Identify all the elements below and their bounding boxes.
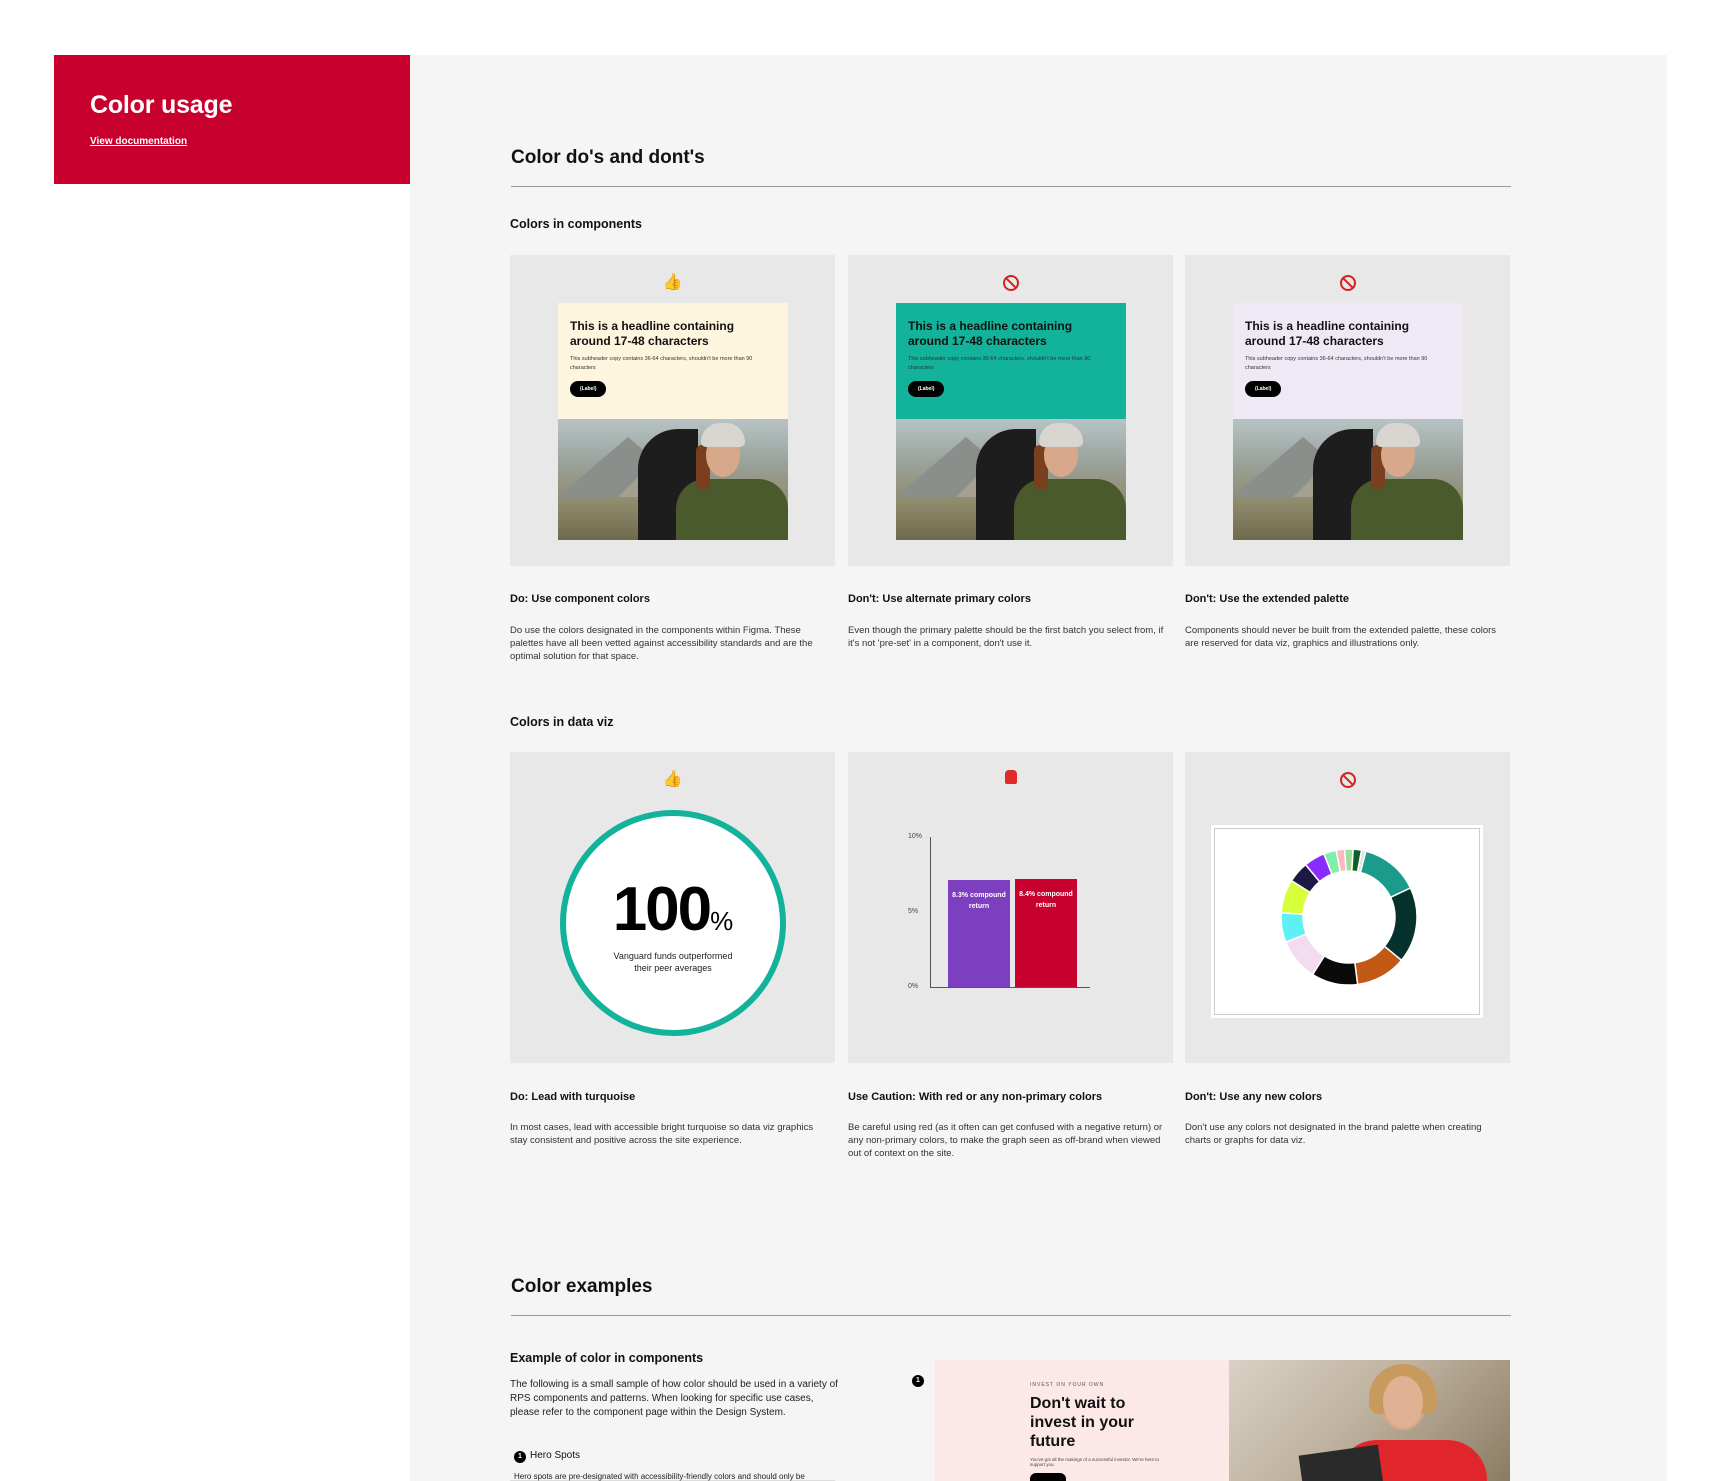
- hero-body: You've got all the makings of a successf…: [1030, 1457, 1160, 1467]
- caption-text: Do use the colors designated in the comp…: [510, 625, 813, 662]
- promo-card: This is a headline containing around 17-…: [1233, 303, 1463, 540]
- caption-text: Even though the primary palette should b…: [848, 625, 1164, 649]
- promo-panel: This is a headline containing around 17-…: [558, 303, 788, 419]
- caption-text: In most cases, lead with accessible brig…: [510, 1122, 814, 1146]
- hero-panel: INVEST ON YOUR OWN Don't wait to invest …: [935, 1360, 1229, 1481]
- promo-card: This is a headline containing around 17-…: [896, 303, 1126, 540]
- prohibited-icon: [1339, 275, 1356, 291]
- promo-headline: This is a headline containing around 17-…: [1245, 319, 1410, 348]
- promo-subheader: This subheader copy contains 36-64 chara…: [1245, 356, 1428, 371]
- thumbs-up-icon: 👍: [662, 274, 683, 291]
- list-item-text: Hero spots are pre-designated with acces…: [514, 1472, 805, 1481]
- y-tick-label: 0%: [908, 983, 919, 990]
- promo-card: This is a headline containing around 17-…: [558, 303, 788, 540]
- divider: [511, 1315, 1511, 1316]
- promo-button: (Label): [1245, 381, 1282, 397]
- bar-chart: 10% 5% 0% 8.3% compound return 8.4% compo…: [908, 833, 1108, 997]
- main-content: Color do's and dont's Colors in componen…: [410, 55, 1667, 1481]
- ring-value: 100%: [566, 874, 780, 945]
- section-title-dos-donts: Color do's and dont's: [511, 147, 705, 168]
- dataviz-example-caution: 10% 5% 0% 8.3% compound return 8.4% compo…: [848, 752, 1173, 1063]
- promo-photo: [1233, 419, 1463, 540]
- promo-panel: This is a headline containing around 17-…: [896, 303, 1126, 419]
- component-example-do: 👍 This is a headline containing around 1…: [510, 255, 835, 566]
- y-axis: [930, 837, 931, 987]
- promo-subheader: This subheader copy contains 36-64 chara…: [908, 356, 1091, 371]
- view-documentation-link[interactable]: View documentation: [90, 136, 187, 147]
- donut-chart-card: [1211, 825, 1483, 1018]
- dataviz-example-dont: [1185, 752, 1510, 1063]
- caption-heading: Don't: Use alternate primary colors: [848, 593, 1031, 605]
- promo-headline: This is a headline containing around 17-…: [908, 319, 1073, 348]
- section-title-examples: Color examples: [511, 1276, 653, 1297]
- caption-heading: Don't: Use any new colors: [1185, 1091, 1323, 1103]
- caption-text: Be careful using red (as it often can ge…: [848, 1122, 1163, 1159]
- subsection-title-dataviz: Colors in data viz: [510, 715, 614, 729]
- divider: [511, 186, 1511, 187]
- hero-eyebrow: INVEST ON YOUR OWN: [1030, 1382, 1105, 1388]
- prohibited-icon: [1339, 772, 1356, 788]
- promo-button: (Label): [570, 381, 607, 397]
- promo-panel: This is a headline containing around 17-…: [1233, 303, 1463, 419]
- promo-photo: [558, 419, 788, 540]
- bar: 8.3% compound return: [948, 879, 1010, 987]
- caption-text: Don't use any colors not designated in t…: [1185, 1122, 1482, 1146]
- component-example-dont-extended: This is a headline containing around 17-…: [1185, 255, 1510, 566]
- hero-marker-badge: 1: [912, 1375, 924, 1387]
- x-axis: [930, 987, 1090, 988]
- ring-stat: 100% Vanguard funds outperformed their p…: [560, 810, 786, 1036]
- promo-headline: This is a headline containing around 17-…: [570, 319, 735, 348]
- caption-heading: Use Caution: With red or any non-primary…: [848, 1091, 1103, 1103]
- caption-heading: Don't: Use the extended palette: [1185, 593, 1349, 605]
- prohibited-icon: [1002, 275, 1019, 291]
- subsection-title-components: Colors in components: [510, 217, 642, 231]
- donut-chart: [1280, 848, 1418, 986]
- promo-photo: [896, 419, 1126, 540]
- dataviz-example-do: 👍 100% Vanguard funds outperformed their…: [510, 752, 835, 1063]
- caption-text: Components should never be built from th…: [1185, 625, 1497, 649]
- donut-slice: [1359, 850, 1412, 899]
- promo-button: (Label): [908, 381, 945, 397]
- ring-unit: %: [710, 906, 734, 936]
- hero-photo: [1229, 1360, 1510, 1481]
- bar: 8.4% compound return: [1015, 878, 1077, 987]
- ring-label: Vanguard funds outperformed their peer a…: [613, 951, 733, 973]
- caption-heading: Do: Lead with turquoise: [510, 1091, 636, 1103]
- thumbs-up-icon: 👍: [662, 771, 683, 788]
- component-example-dont-primary: This is a headline containing around 17-…: [848, 255, 1173, 566]
- hero-spot: INVEST ON YOUR OWN Don't wait to invest …: [935, 1360, 1510, 1481]
- examples-description: The following is a small sample of how c…: [510, 1379, 838, 1418]
- page-title: Color usage: [90, 91, 233, 119]
- hero-button[interactable]: [1030, 1473, 1066, 1481]
- number-badge: 1: [514, 1451, 526, 1463]
- promo-subheader: This subheader copy contains 36-64 chara…: [570, 356, 753, 371]
- hero-headline: Don't wait to invest in your future: [1030, 1395, 1135, 1450]
- list-item-label: Hero Spots: [530, 1450, 581, 1461]
- caption-heading: Do: Use component colors: [510, 593, 650, 605]
- warning-icon: [1004, 770, 1017, 784]
- ring-number: 100: [612, 875, 712, 944]
- color-usage-header-card: Color usage View documentation: [54, 55, 410, 184]
- y-tick-label: 10%: [908, 833, 923, 840]
- y-tick-label: 5%: [908, 908, 919, 915]
- subsection-title-examples: Example of color in components: [510, 1351, 704, 1365]
